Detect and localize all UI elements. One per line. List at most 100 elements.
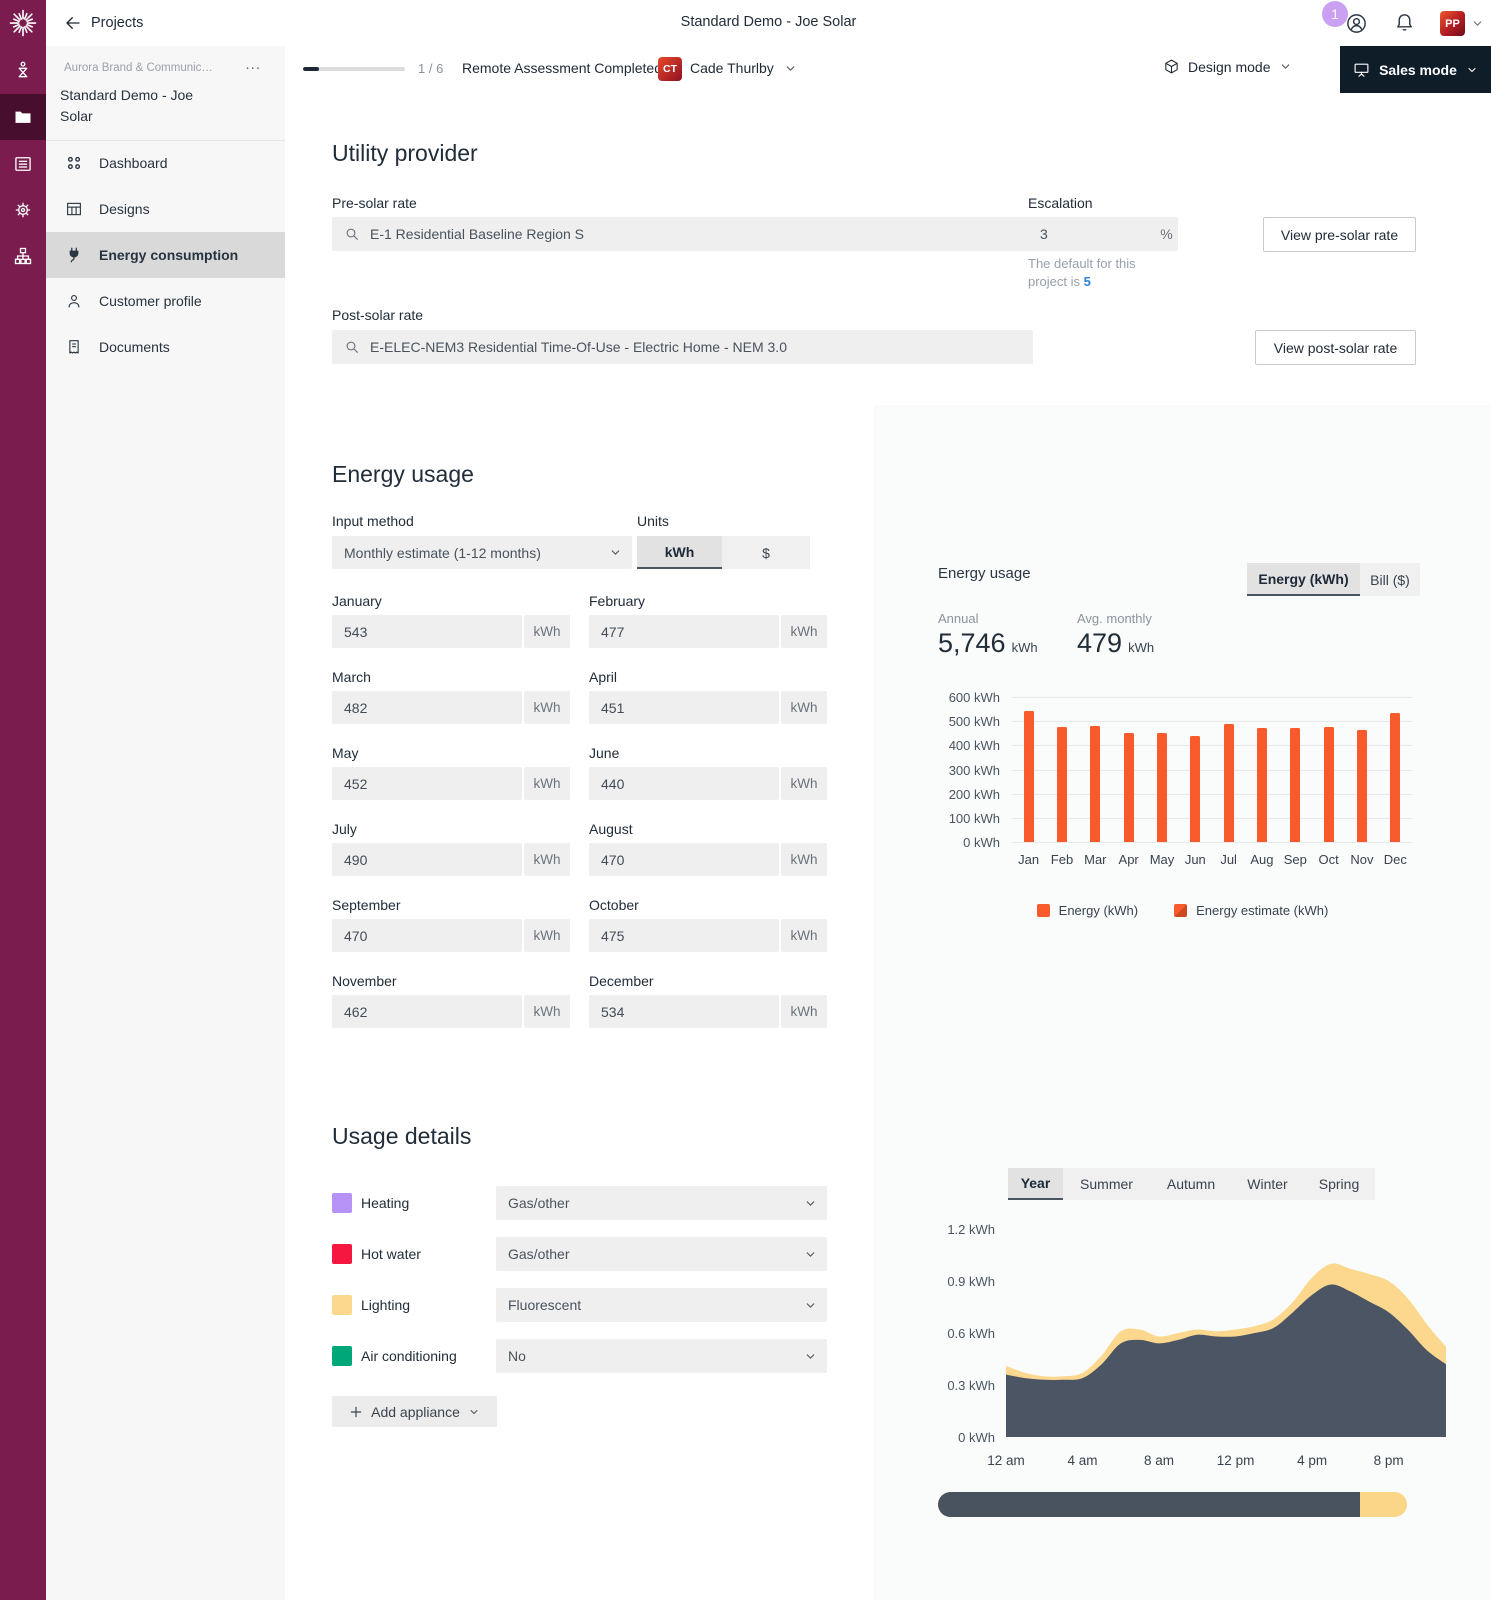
season-tab-spring[interactable]: Spring: [1303, 1168, 1375, 1200]
sidebar-item-energy-consumption[interactable]: Energy consumption: [46, 232, 285, 278]
appliance-select[interactable]: Gas/other: [496, 1186, 827, 1220]
month-value-input[interactable]: 490: [332, 843, 522, 876]
units-label: Units: [637, 513, 669, 529]
month-unit-suffix: kWh: [524, 615, 570, 648]
month-label: February: [589, 593, 827, 609]
post-solar-rate-input[interactable]: E-ELEC-NEM3 Residential Time-Of-Use - El…: [332, 330, 1033, 364]
month-field-august: August470kWh: [589, 821, 827, 876]
month-value-input[interactable]: 534: [589, 995, 779, 1028]
notifications-button[interactable]: [1393, 11, 1416, 34]
month-value-input[interactable]: 482: [332, 691, 522, 724]
appliance-select-value: Gas/other: [508, 1246, 569, 1262]
month-field-november: November462kWh: [332, 973, 570, 1028]
annual-value: 5,746: [938, 628, 1006, 659]
back-to-projects-button[interactable]: Projects: [64, 10, 143, 36]
y-tick-label: 500 kWh: [949, 714, 1000, 729]
chevron-down-icon: [609, 546, 622, 559]
bar-chart-bars: [1012, 697, 1412, 842]
bar-slot-dec: [1379, 697, 1412, 842]
utility-provider-section: Utility provider Pre-solar rate E-1 Resi…: [285, 93, 1491, 406]
x-tick-label: Jul: [1212, 852, 1245, 867]
escalation-default-link[interactable]: 5: [1084, 274, 1091, 289]
chevron-down-icon: [1466, 64, 1478, 76]
appliance-select[interactable]: Gas/other: [496, 1237, 827, 1271]
season-tab-autumn[interactable]: Autumn: [1150, 1168, 1232, 1200]
month-value-input[interactable]: 470: [332, 919, 522, 952]
appliance-select[interactable]: Fluorescent: [496, 1288, 827, 1322]
usage-details-section: Usage details HeatingGas/otherHot waterG…: [285, 1065, 875, 1600]
bar-slot-jun: [1179, 697, 1212, 842]
y-tick-label: 0.6 kWh: [947, 1326, 995, 1341]
escalation-help: The default for this project is 5: [1028, 255, 1158, 291]
rail-database-button[interactable]: [0, 141, 46, 187]
org-menu-button[interactable]: ...: [245, 56, 261, 73]
season-tab-winter[interactable]: Winter: [1232, 1168, 1303, 1200]
month-value-input[interactable]: 452: [332, 767, 522, 800]
page-title: Standard Demo - Joe Solar: [681, 14, 857, 30]
legend-label: Energy estimate (kWh): [1196, 903, 1328, 918]
pre-solar-rate-input[interactable]: E-1 Residential Baseline Region S: [332, 217, 1033, 251]
sidebar-item-documents[interactable]: Documents: [46, 324, 285, 370]
bar-slot-oct: [1312, 697, 1345, 842]
assignee-dropdown[interactable]: Cade Thurlby: [690, 60, 797, 76]
cube-icon: [1163, 58, 1180, 75]
y-tick-label: 600 kWh: [949, 690, 1000, 705]
utility-provider-title: Utility provider: [332, 140, 478, 167]
avg-monthly-label: Avg. monthly: [1077, 611, 1152, 626]
bill-tab[interactable]: Bill ($): [1360, 563, 1420, 596]
view-post-solar-rate-button[interactable]: View post-solar rate: [1255, 330, 1416, 365]
rail-customers-button[interactable]: [0, 47, 46, 93]
season-tab-summer[interactable]: Summer: [1063, 1168, 1150, 1200]
month-field-april: April451kWh: [589, 669, 827, 724]
account-menu-button[interactable]: [1471, 17, 1484, 30]
month-value-input[interactable]: 440: [589, 767, 779, 800]
month-value-input[interactable]: 543: [332, 615, 522, 648]
sitemap-icon: [13, 246, 33, 266]
month-field-december: December534kWh: [589, 973, 827, 1028]
design-mode-button[interactable]: Design mode: [1163, 58, 1292, 75]
appliance-rows: HeatingGas/otherHot waterGas/otherLighti…: [332, 1186, 827, 1390]
gridline: [1012, 842, 1412, 843]
view-pre-solar-rate-button[interactable]: View pre-solar rate: [1263, 217, 1416, 252]
bar-apr: [1124, 733, 1134, 842]
add-appliance-button[interactable]: Add appliance: [332, 1396, 497, 1427]
sidebar-item-dashboard[interactable]: Dashboard: [46, 140, 285, 186]
x-tick-label: Jan: [1012, 852, 1045, 867]
support-button[interactable]: [1345, 12, 1368, 35]
bar-feb: [1057, 727, 1067, 842]
appliance-select[interactable]: No: [496, 1339, 827, 1373]
rail-org-button[interactable]: [0, 233, 46, 279]
aurora-logo[interactable]: [0, 0, 46, 46]
bar-chart-y-axis: 600 kWh500 kWh400 kWh300 kWh200 kWh100 k…: [914, 697, 1000, 842]
input-method-select[interactable]: Monthly estimate (1-12 months): [332, 536, 632, 569]
month-value-input[interactable]: 462: [332, 995, 522, 1028]
month-unit-suffix: kWh: [781, 615, 827, 648]
bar-jul: [1224, 724, 1234, 842]
chevron-down-icon: [1279, 60, 1292, 73]
workflow-status-dropdown[interactable]: Remote Assessment Completed: [462, 60, 685, 76]
app: Projects Standard Demo - Joe Solar 1 PP …: [0, 0, 1491, 1600]
user-avatar[interactable]: PP: [1440, 11, 1465, 36]
y-tick-label: 0 kWh: [958, 1430, 995, 1445]
appliance-label: Lighting: [361, 1297, 410, 1313]
units-kwh-tab[interactable]: kWh: [637, 536, 722, 569]
time-range-bar[interactable]: [938, 1492, 1407, 1517]
bar-chart-x-axis: JanFebMarAprMayJunJulAugSepOctNovDec: [1012, 852, 1412, 867]
sidebar-item-label: Documents: [99, 339, 170, 355]
rail-projects-button[interactable]: [0, 94, 46, 140]
season-tab-year[interactable]: Year: [1008, 1168, 1063, 1200]
energy-kwh-tab[interactable]: Energy (kWh): [1247, 563, 1360, 596]
sidebar-item-label: Energy consumption: [99, 247, 238, 263]
month-value-input[interactable]: 451: [589, 691, 779, 724]
month-value-input[interactable]: 470: [589, 843, 779, 876]
plus-icon: [349, 1405, 363, 1419]
units-dollar-tab[interactable]: $: [722, 536, 810, 569]
month-value-input[interactable]: 477: [589, 615, 779, 648]
sales-mode-button[interactable]: Sales mode: [1340, 46, 1491, 93]
sidebar-item-customer-profile[interactable]: Customer profile: [46, 278, 285, 324]
month-value-input[interactable]: 475: [589, 919, 779, 952]
rail-settings-button[interactable]: [0, 187, 46, 233]
energy-usage-title: Energy usage: [332, 461, 474, 488]
bar-sep: [1290, 728, 1300, 842]
sidebar-item-designs[interactable]: Designs: [46, 186, 285, 232]
